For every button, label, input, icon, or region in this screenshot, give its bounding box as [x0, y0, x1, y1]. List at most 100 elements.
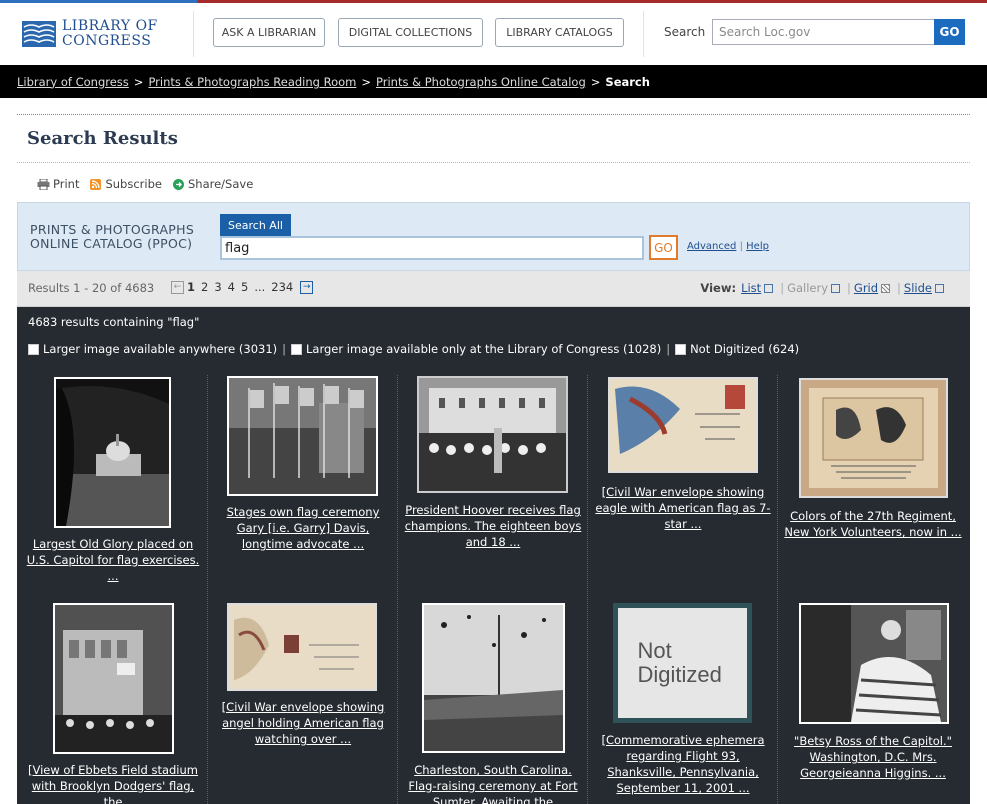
filter-divider: | [666, 342, 671, 356]
result-caption[interactable]: [Civil War envelope showing eagle with A… [593, 484, 773, 532]
view-switcher: View: List | Gallery | Grid | Slide [700, 281, 948, 295]
site-header: LIBRARY OF CONGRESS ASK A LIBRARIAN DIGI… [0, 3, 987, 65]
page-link-2[interactable]: 2 [201, 280, 208, 294]
filter-checkbox-not-digitized[interactable] [675, 343, 687, 355]
filter-label-larger-loc-only[interactable]: Larger image available only at the Libra… [306, 342, 661, 356]
capitol-photo-image [56, 379, 169, 526]
results-heading: 4683 results containing "flag" [28, 315, 200, 329]
view-slide-link[interactable]: Slide [904, 281, 932, 295]
advanced-search-link[interactable]: Advanced [687, 241, 736, 252]
help-link[interactable]: Help [746, 241, 769, 252]
result-thumbnail[interactable] [54, 377, 171, 528]
catalog-search-go-button[interactable]: GO [649, 235, 678, 260]
result-thumbnail[interactable] [417, 376, 568, 493]
result-thumbnail[interactable] [422, 603, 565, 753]
not-digitized-placeholder[interactable]: Not Digitized [613, 603, 752, 723]
previous-page-icon[interactable]: ← [171, 280, 184, 294]
column-divider [777, 375, 778, 804]
printer-icon [37, 178, 50, 190]
white-house-group-photo-image [419, 378, 566, 491]
filter-label-larger-anywhere[interactable]: Larger image available anywhere (3031) [43, 342, 277, 356]
breadcrumb-separator: > [361, 74, 371, 89]
view-divider: | [847, 281, 851, 295]
result-thumbnail[interactable] [799, 378, 948, 498]
catalog-name[interactable]: PRINTS & PHOTOGRAPHS ONLINE CATALOG (PPO… [30, 223, 194, 251]
breadcrumb-link-reading-room[interactable]: Prints & Photographs Reading Room [148, 75, 356, 89]
result-caption[interactable]: Colors of the 27th Regiment, New York Vo… [783, 508, 963, 540]
column-divider [397, 375, 398, 804]
breadcrumb-link-online-catalog[interactable]: Prints & Photographs Online Catalog [376, 75, 586, 89]
page-title-box: Search Results [17, 114, 970, 163]
subscribe-label: Subscribe [105, 177, 162, 191]
result-thumbnail[interactable] [227, 603, 377, 691]
pagination: ← 1 2 3 4 5 ... 234 → [171, 280, 314, 294]
result-caption[interactable]: [Commemorative ephemera regarding Flight… [593, 732, 773, 796]
filter-divider: | [282, 342, 287, 356]
result-thumbnail[interactable] [608, 377, 758, 473]
book-logo-icon [22, 21, 56, 47]
ebbets-field-photo-image [55, 605, 172, 752]
header-divider [193, 11, 194, 57]
filter-checkbox-larger-loc-only[interactable] [291, 343, 303, 355]
page-link-1[interactable]: 1 [187, 280, 195, 294]
print-tool[interactable]: Print [37, 177, 79, 191]
flag-ceremony-photo-image [229, 378, 376, 494]
logo-line-2: CONGRESS [62, 33, 152, 49]
results-gallery: 4683 results containing "flag" Larger im… [17, 307, 970, 804]
result-caption[interactable]: Stages own flag ceremony Gary [i.e. Garr… [213, 504, 393, 552]
betsy-ross-photo-image [801, 605, 947, 722]
ask-librarian-button[interactable]: ASK A LIBRARIAN [213, 18, 325, 47]
slide-view-icon [935, 283, 944, 293]
filter-label-not-digitized[interactable]: Not Digitized (624) [690, 342, 799, 356]
column-divider [207, 375, 208, 804]
tab-search-all[interactable]: Search All [220, 214, 291, 241]
breadcrumb-current: Search [605, 74, 650, 89]
filter-checkbox-larger-anywhere[interactable] [28, 343, 39, 355]
loc-logo[interactable]: LIBRARY OF CONGRESS [22, 16, 167, 52]
catalog-search-panel: PRINTS & PHOTOGRAPHS ONLINE CATALOG (PPO… [17, 202, 970, 271]
result-caption[interactable]: "Betsy Ross of the Capitol." Washington,… [783, 733, 963, 781]
next-page-icon[interactable]: → [300, 280, 314, 294]
result-caption[interactable]: Charleston, South Carolina. Flag-raising… [403, 762, 583, 804]
page-link-last[interactable]: 234 [271, 280, 293, 294]
catalog-name-line-1: PRINTS & PHOTOGRAPHS [30, 222, 195, 237]
result-thumbnail[interactable] [53, 603, 174, 754]
breadcrumb: Library of Congress > Prints & Photograp… [0, 65, 987, 98]
view-divider: | [780, 281, 785, 295]
result-caption[interactable]: President Hoover receives flag champions… [403, 502, 583, 550]
digital-collections-button[interactable]: DIGITAL COLLECTIONS [338, 18, 483, 47]
results-toolbar: Results 1 - 20 of 4683 ← 1 2 3 4 5 ... 2… [17, 271, 970, 307]
catalog-search-input[interactable] [220, 236, 644, 260]
eagle-envelope-image [610, 379, 756, 471]
share-save-tool[interactable]: Share/Save [172, 177, 253, 191]
page-ellipsis: ... [254, 280, 266, 294]
subscribe-tool[interactable]: Subscribe [89, 177, 162, 191]
page-tools: Print Subscribe Share/Save [37, 177, 263, 191]
site-search-input[interactable] [712, 19, 935, 45]
catalog-name-line-2: ONLINE CATALOG (PPOC) [30, 236, 193, 251]
view-gallery-current: Gallery [787, 281, 829, 295]
view-divider: | [897, 281, 901, 295]
share-icon [172, 178, 184, 190]
page-link-5[interactable]: 5 [241, 280, 248, 294]
result-caption[interactable]: Largest Old Glory placed on U.S. Capitol… [23, 536, 203, 584]
view-grid-link[interactable]: Grid [854, 281, 878, 295]
list-view-icon [764, 283, 774, 293]
library-catalogs-button[interactable]: LIBRARY CATALOGS [495, 18, 624, 47]
view-list-link[interactable]: List [741, 281, 761, 295]
result-caption[interactable]: [Civil War envelope showing angel holdin… [213, 699, 393, 747]
result-caption[interactable]: [View of Ebbets Field stadium with Brook… [23, 762, 203, 804]
result-filters: Larger image available anywhere (3031) |… [28, 342, 799, 356]
share-save-label: Share/Save [187, 177, 254, 191]
grid-view-icon [881, 283, 891, 293]
page-link-4[interactable]: 4 [228, 280, 235, 294]
result-thumbnail[interactable] [799, 603, 949, 724]
not-digitized-text: Not Digitized [637, 638, 722, 687]
header-divider [643, 11, 644, 57]
view-label: View: [700, 281, 737, 295]
result-thumbnail[interactable] [227, 376, 378, 496]
regiment-colors-card-image [801, 380, 946, 496]
page-link-3[interactable]: 3 [214, 280, 221, 294]
site-search-go-button[interactable]: GO [934, 19, 965, 45]
breadcrumb-link-loc[interactable]: Library of Congress [17, 75, 129, 89]
